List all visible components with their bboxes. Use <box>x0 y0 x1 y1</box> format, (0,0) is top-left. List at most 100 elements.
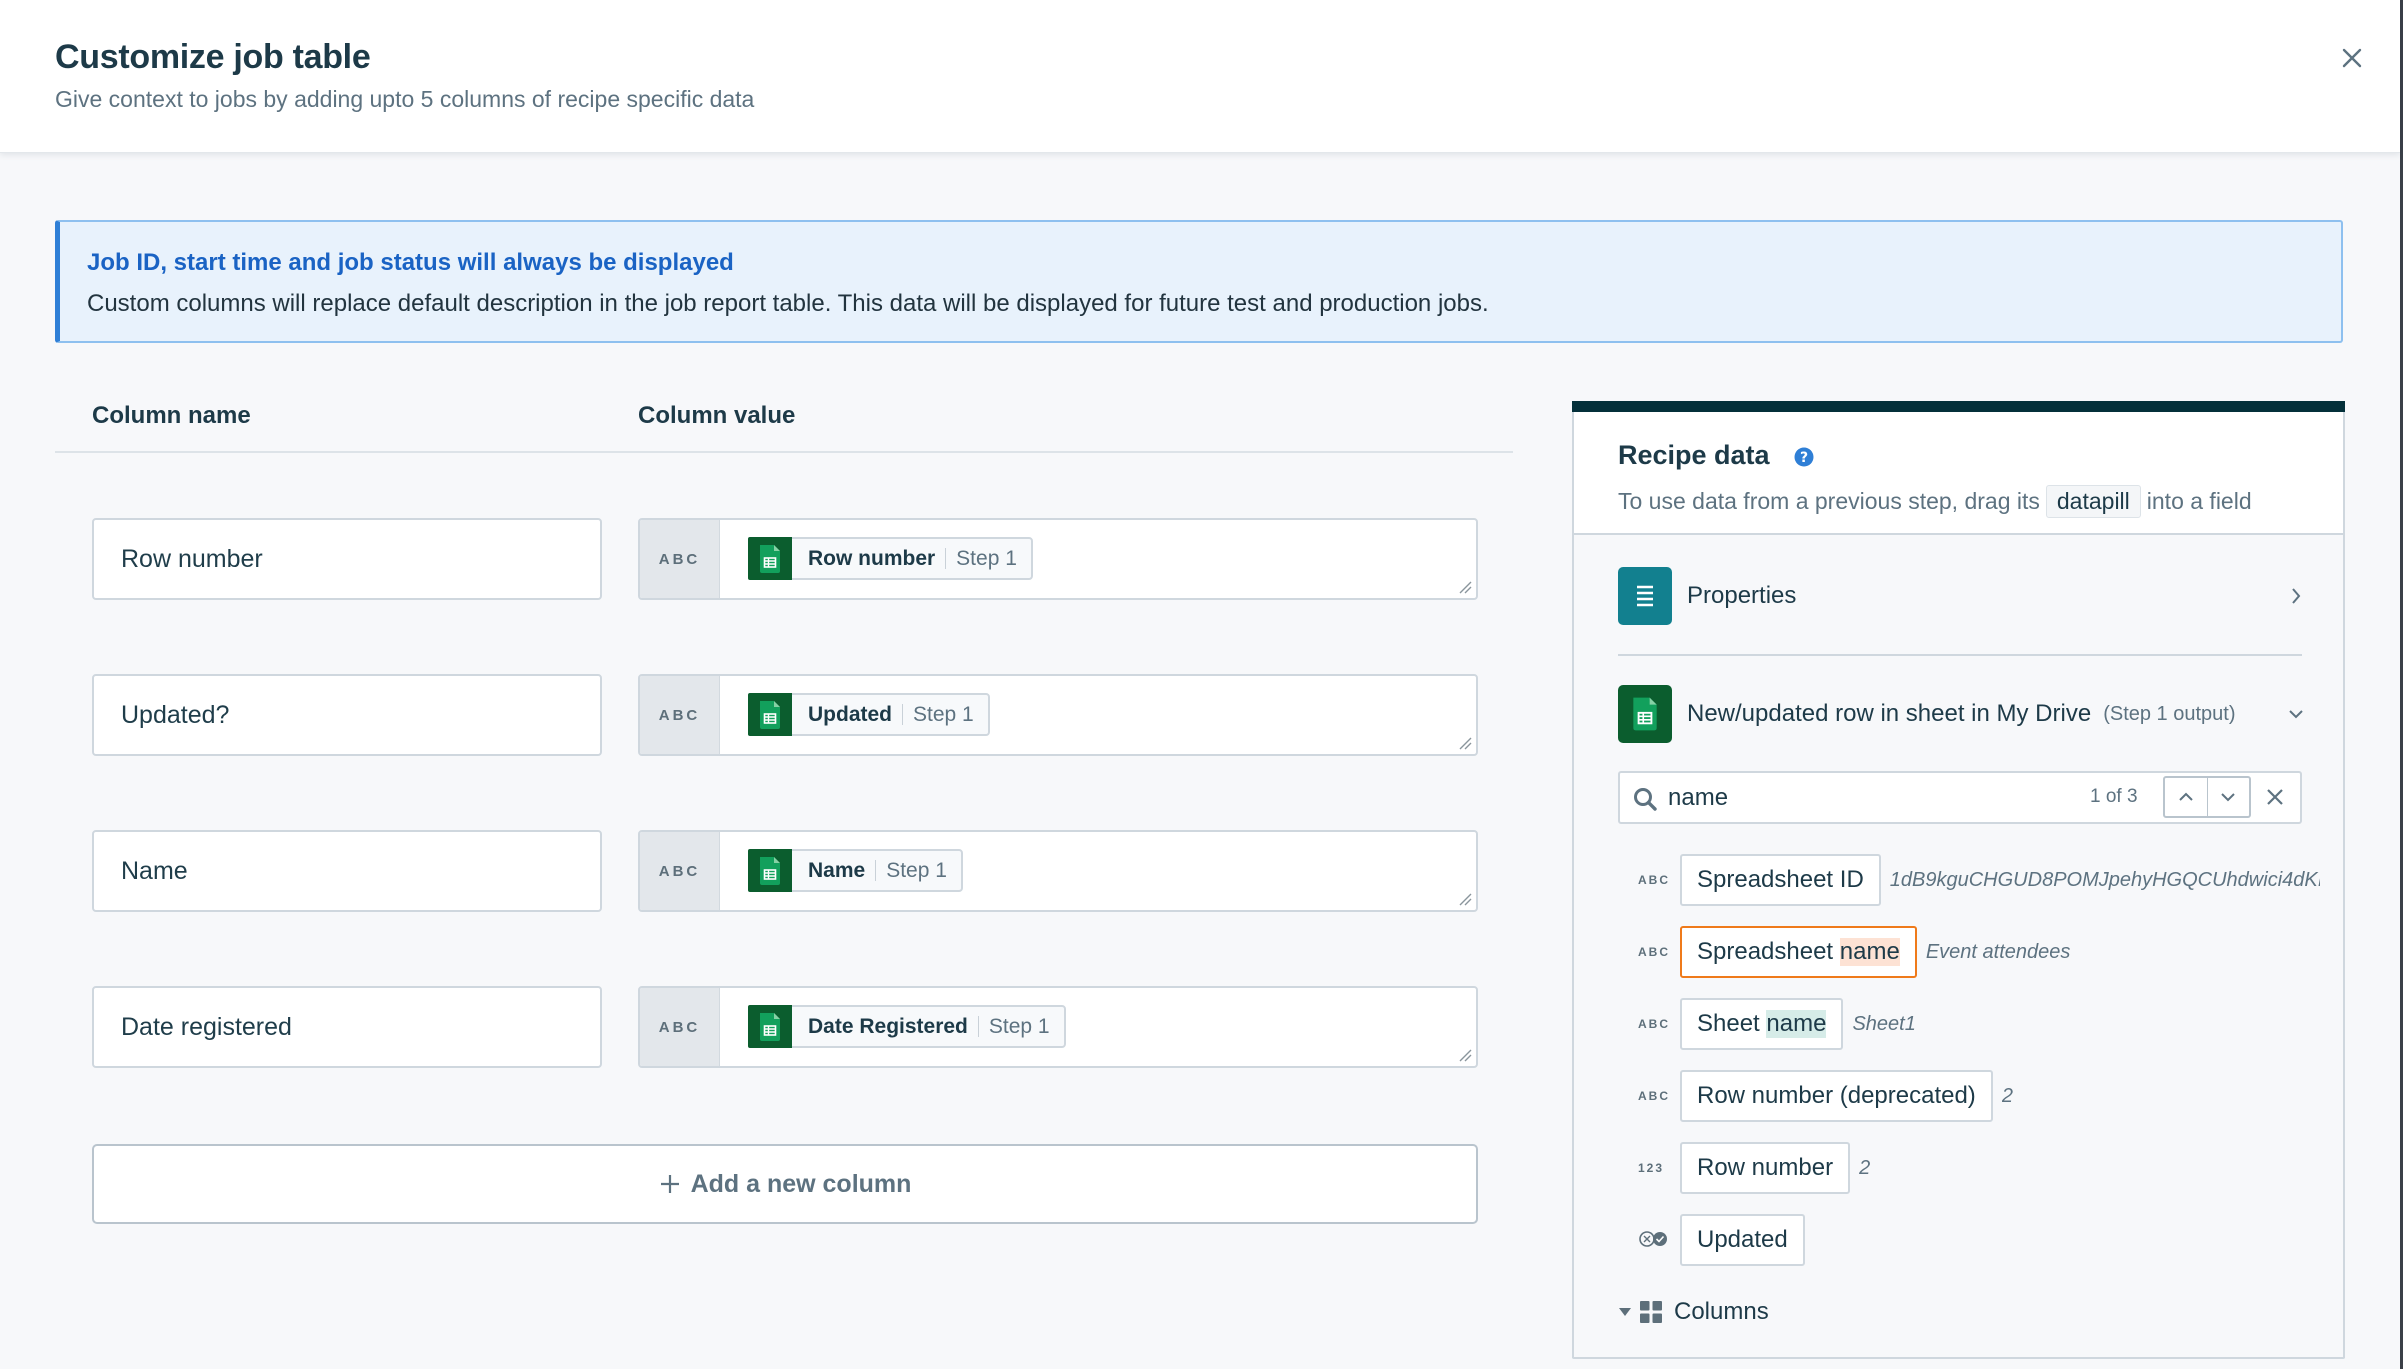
column-name-header: Column name <box>92 402 251 429</box>
datapill[interactable]: Updated <box>1680 1214 1805 1266</box>
type-badge: ABC <box>640 832 720 910</box>
datapill-sample-value: Sheet1 <box>1852 1012 1916 1035</box>
datapill[interactable]: Sheet name <box>1680 998 1844 1050</box>
search-navigation <box>2163 776 2251 818</box>
section-label: Properties <box>1687 582 1797 609</box>
add-column-label: Add a new column <box>690 1169 912 1198</box>
type-badge: ABC <box>640 520 720 598</box>
datapill[interactable]: Name Step 1 <box>748 849 963 892</box>
section-properties[interactable]: Properties <box>1618 566 2308 626</box>
datapill[interactable]: Row number Step 1 <box>748 537 1033 580</box>
datapill-separator <box>977 1016 979 1037</box>
google-sheets-icon <box>748 849 792 892</box>
columns-group-label: Columns <box>1674 1298 1769 1325</box>
section-sub-label: (Step 1 output) <box>2103 702 2236 725</box>
datapill-label: Spreadsheet <box>1697 938 1840 965</box>
resize-handle-icon[interactable] <box>1458 1048 1472 1062</box>
boolean-type-icon <box>1638 1230 1680 1251</box>
recipe-data-header: Recipe data ? To use data from a previou… <box>1574 412 2343 535</box>
type-badge: ABC <box>640 676 720 754</box>
datapill-label: Updated <box>808 702 892 726</box>
customize-job-table-modal: Customize job table Give context to jobs… <box>0 0 2400 1369</box>
datapill-step: Step 1 <box>956 546 1017 570</box>
hint-text-after: into a field <box>2146 488 2252 514</box>
datapill-row: Updated <box>1638 1214 1805 1266</box>
list-icon <box>1618 567 1672 625</box>
resize-handle-icon[interactable] <box>1458 580 1472 594</box>
modal-title: Customize job table <box>55 38 371 76</box>
section-step-1-output[interactable]: New/updated row in sheet in My Drive (St… <box>1618 684 2308 744</box>
next-match-button[interactable] <box>2206 778 2250 816</box>
recipe-data-title: Recipe data <box>1618 440 1770 470</box>
datapill-step: Step 1 <box>886 858 947 882</box>
search-highlight: name <box>1766 1010 1827 1038</box>
datapill[interactable]: Updated Step 1 <box>748 693 990 736</box>
type-indicator: ABC <box>1638 873 1670 887</box>
chevron-up-icon <box>2179 792 2193 801</box>
recipe-data-panel: Recipe data ? To use data from a previou… <box>1572 401 2345 1359</box>
search-highlight: name <box>1839 938 1900 966</box>
google-sheets-icon <box>748 1005 792 1048</box>
datapill-separator <box>902 704 903 725</box>
datapill-row: ABC Spreadsheet ID 1dB9kguCHGUD8POMJpehy… <box>1638 854 2320 906</box>
datapill-label: Row number <box>1697 1154 1834 1181</box>
datapill-sample-value: Event attendees <box>1925 940 2071 963</box>
type-indicator: ABC <box>1638 1017 1670 1031</box>
section-divider <box>1618 654 2302 656</box>
close-icon <box>2267 789 2283 805</box>
previous-match-button[interactable] <box>2165 778 2207 816</box>
datapill[interactable]: Spreadsheet ID <box>1680 854 1881 906</box>
search-input[interactable] <box>1668 781 2048 815</box>
chevron-down-icon <box>2221 793 2235 802</box>
header-divider <box>55 451 1513 453</box>
datapill-step: Step 1 <box>913 702 974 726</box>
column-row: ABC Name Step 1 <box>0 830 1500 914</box>
datapill-label: Sheet <box>1697 1010 1767 1037</box>
datapill[interactable]: Row number (deprecated) <box>1680 1070 1993 1122</box>
datapill-label: Name <box>808 858 866 882</box>
columns-group-toggle[interactable]: Columns <box>1618 1298 1769 1326</box>
close-icon <box>2342 48 2362 68</box>
grid-icon <box>1640 1301 1662 1323</box>
column-value-field[interactable]: ABC Updated Step 1 <box>638 674 1478 756</box>
recipe-data-hint: To use data from a previous step, drag i… <box>1618 485 2252 518</box>
add-column-button[interactable]: Add a new column <box>92 1144 1478 1224</box>
hint-datapill-example: datapill <box>2045 485 2141 518</box>
datapill[interactable]: Date Registered Step 1 <box>748 1005 1066 1048</box>
info-banner-title: Job ID, start time and job status will a… <box>87 249 734 276</box>
help-icon[interactable]: ? <box>1794 447 1814 467</box>
datapill-step: Step 1 <box>988 1014 1050 1038</box>
info-banner-text: Custom columns will replace default desc… <box>87 290 1489 317</box>
datapill-row: ABC Spreadsheet name Event attendees <box>1638 926 2070 978</box>
google-sheets-icon <box>748 693 792 736</box>
datapill[interactable]: Row number <box>1680 1142 1851 1194</box>
resize-handle-icon[interactable] <box>1458 892 1472 906</box>
search-icon <box>1634 788 1657 811</box>
hint-text-before: To use data from a previous step, drag i… <box>1618 488 2040 514</box>
svg-text:?: ? <box>1800 450 1808 466</box>
close-button[interactable] <box>2332 38 2372 78</box>
caret-down-icon <box>1619 1308 1631 1316</box>
datapill-label: Spreadsheet ID <box>1697 866 1864 893</box>
column-name-input[interactable] <box>92 518 602 600</box>
type-indicator: ABC <box>1638 1089 1670 1103</box>
datapill-active-match[interactable]: Spreadsheet name <box>1680 926 1917 978</box>
datapill-sample-value: 1dB9kguCHGUD8POMJpehyHGQCUhdwici4dKI <box>1889 868 2320 891</box>
column-name-input[interactable] <box>92 830 602 912</box>
chevron-right-icon <box>2292 588 2301 604</box>
column-value-field[interactable]: ABC Name Step 1 <box>638 830 1478 912</box>
search-match-count: 1 of 3 <box>2090 786 2138 807</box>
modal-header: Customize job table Give context to jobs… <box>0 0 2400 153</box>
datapill-label: Row number <box>808 546 936 570</box>
column-name-input[interactable] <box>92 674 602 756</box>
chevron-down-icon <box>2289 710 2303 719</box>
type-indicator: ABC <box>1638 945 1670 959</box>
clear-search-button[interactable] <box>2262 784 2288 810</box>
column-value-field[interactable]: ABC Row number Step 1 <box>638 518 1478 600</box>
panel-accent-bar <box>1572 401 2345 412</box>
modal-subtitle: Give context to jobs by adding upto 5 co… <box>55 86 755 112</box>
column-value-field[interactable]: ABC Date Registered Step 1 <box>638 986 1478 1068</box>
datapill-sample-value: 2 <box>1859 1156 1871 1179</box>
column-name-input[interactable] <box>92 986 602 1068</box>
resize-handle-icon[interactable] <box>1458 736 1472 750</box>
